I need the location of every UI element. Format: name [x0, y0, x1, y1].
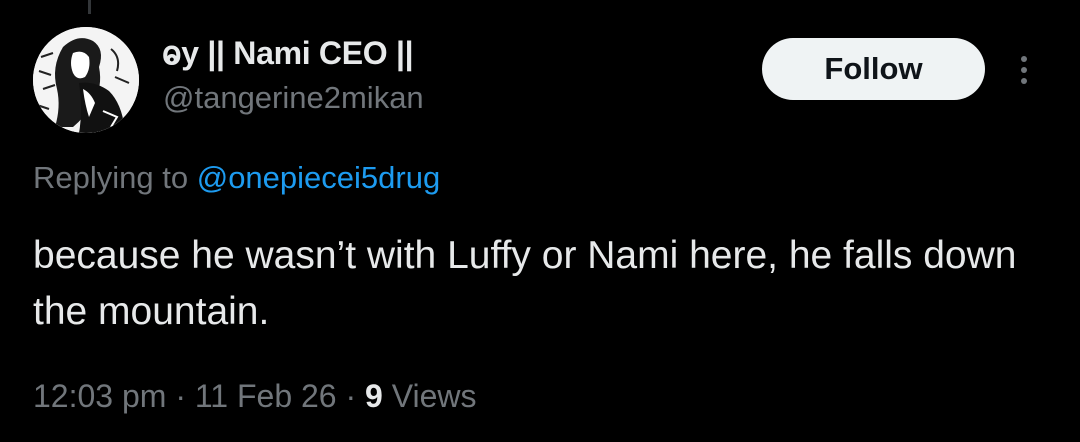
replying-to-label: Replying to: [33, 160, 189, 195]
tweet-text: because he wasn’t with Luffy or Nami her…: [33, 234, 1017, 333]
author-display-name[interactable]: ⱺy || Nami CEO ||: [162, 34, 414, 72]
tweet-time[interactable]: 12:03 pm: [33, 378, 166, 414]
more-vertical-icon[interactable]: [1012, 50, 1036, 90]
avatar-image: [33, 27, 139, 133]
tweet-metadata: 12:03 pm · 11 Feb 26 · 9 Views: [33, 378, 477, 415]
meta-separator: ·: [175, 378, 186, 414]
replying-to-mention-link[interactable]: @onepiecei5drug: [197, 160, 440, 195]
meta-separator: ·: [345, 378, 357, 414]
follow-button[interactable]: Follow: [762, 38, 985, 100]
author-handle[interactable]: @tangerine2mikan: [163, 80, 424, 116]
thread-connector-line: [88, 0, 91, 14]
avatar[interactable]: [33, 27, 139, 133]
views-count: 9: [365, 378, 383, 414]
tweet-date[interactable]: 11 Feb 26: [195, 378, 337, 414]
views-label: Views: [391, 378, 477, 414]
replying-to-line: Replying to @onepiecei5drug: [33, 160, 440, 196]
